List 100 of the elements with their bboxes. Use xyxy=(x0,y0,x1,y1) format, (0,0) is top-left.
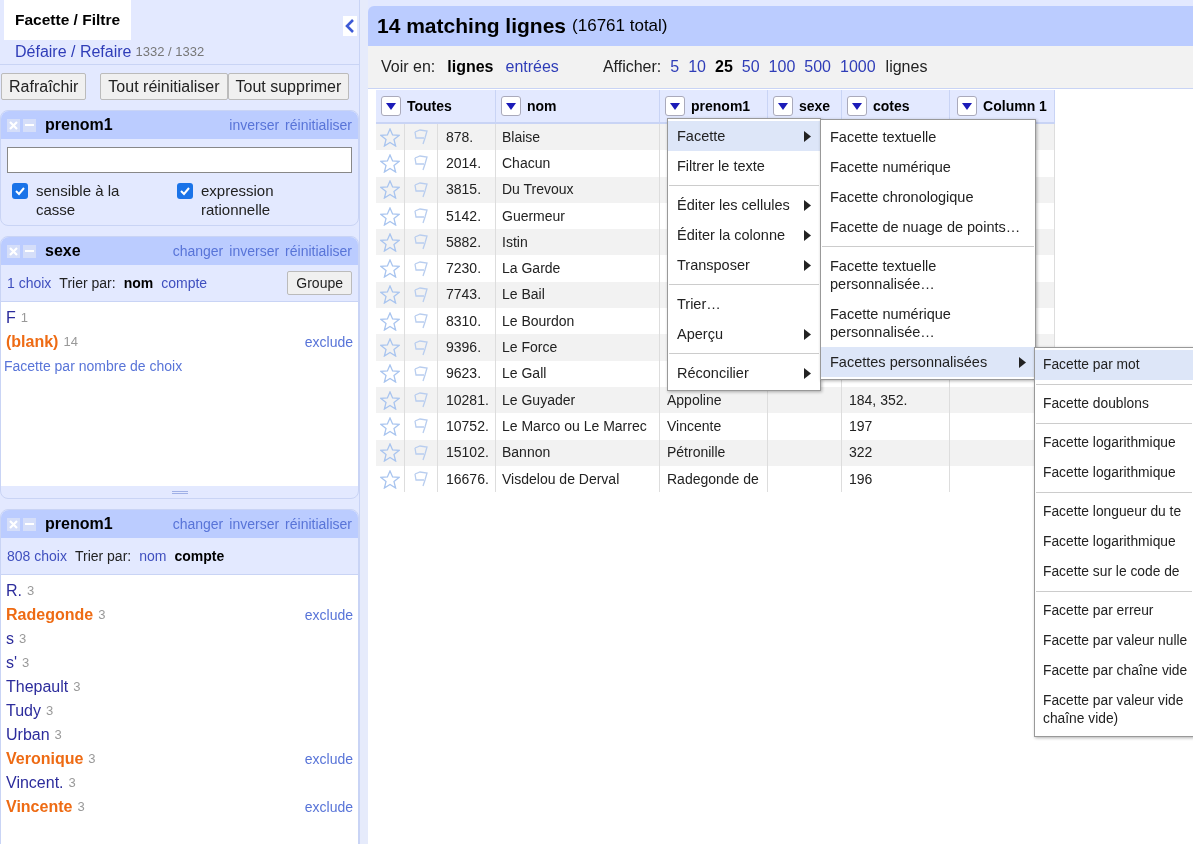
page-size-link[interactable]: 1000 xyxy=(840,55,876,79)
menu-item[interactable]: Facette par erreur xyxy=(1035,596,1193,626)
star-icon[interactable] xyxy=(380,338,400,357)
menu-item[interactable]: Filtrer le texte xyxy=(668,151,820,181)
menu-item[interactable]: Facette logarithmique xyxy=(1035,428,1193,458)
page-size-link[interactable]: 10 xyxy=(688,55,706,79)
menu-item[interactable]: Facette numérique xyxy=(821,152,1035,182)
facet-choice-link[interactable]: Urban xyxy=(6,723,50,747)
sort-option-link[interactable]: compte xyxy=(174,545,225,567)
choice-count-link[interactable]: 808 choix xyxy=(7,545,67,567)
menu-item[interactable]: Facette logarithmique xyxy=(1035,458,1193,488)
minimize-icon[interactable] xyxy=(23,118,36,132)
flag-icon[interactable] xyxy=(412,417,430,436)
menu-item[interactable]: Aperçu xyxy=(668,319,820,349)
flag-icon[interactable] xyxy=(412,443,430,462)
dropdown-icon[interactable] xyxy=(957,96,978,116)
checkbox[interactable] xyxy=(177,183,193,199)
column-header[interactable]: Toutes xyxy=(376,90,496,122)
menu-item[interactable]: Facette textuelle personnalisée… xyxy=(821,251,1035,299)
sort-option-link[interactable]: compte xyxy=(161,272,208,294)
menu-item[interactable]: Réconcilier xyxy=(668,358,820,388)
menu-item[interactable]: Facettes personnalisées xyxy=(821,347,1035,377)
flag-icon[interactable] xyxy=(412,391,430,410)
exclude-link[interactable]: exclude xyxy=(304,604,353,626)
dropdown-icon[interactable] xyxy=(381,96,401,116)
facet-choice-link[interactable]: s xyxy=(6,627,14,651)
star-icon[interactable] xyxy=(380,285,400,305)
page-size-link[interactable]: 50 xyxy=(741,55,760,79)
exclude-link[interactable]: exclude xyxy=(304,748,353,770)
dropdown-icon[interactable] xyxy=(773,96,793,116)
menu-item[interactable]: Facette sur le code de xyxy=(1035,557,1193,587)
menu-item[interactable]: Facette par mot xyxy=(1035,350,1193,380)
page-size-link[interactable]: 25 xyxy=(715,55,733,79)
menu-item[interactable]: Facette doublons xyxy=(1035,389,1193,419)
resize-handle[interactable] xyxy=(171,490,188,494)
sort-option-link[interactable]: nom xyxy=(139,545,167,567)
flag-icon[interactable] xyxy=(412,154,430,173)
facet-choice-link[interactable]: s' xyxy=(6,651,18,675)
star-icon[interactable] xyxy=(380,127,400,147)
star-icon[interactable] xyxy=(380,180,400,200)
star-icon[interactable] xyxy=(380,206,400,226)
facet-link[interactable]: Facette par nombre de choix xyxy=(1,356,358,377)
menu-item[interactable]: Facette longueur du te xyxy=(1035,497,1193,527)
menu-item[interactable]: Facette chronologique xyxy=(821,182,1035,212)
flag-icon[interactable] xyxy=(412,470,430,488)
group-button[interactable]: Groupe xyxy=(287,271,352,295)
close-icon[interactable] xyxy=(7,517,20,531)
flag-icon[interactable] xyxy=(412,128,430,147)
star-icon[interactable] xyxy=(380,443,400,463)
minimize-icon[interactable] xyxy=(23,244,36,258)
menu-item[interactable]: Facette logarithmique xyxy=(1035,527,1193,557)
facet-choice-link[interactable]: Tudy xyxy=(6,699,41,723)
column-header[interactable]: nom xyxy=(496,90,660,122)
flag-icon[interactable] xyxy=(412,233,430,252)
flag-icon[interactable] xyxy=(412,285,430,304)
star-icon[interactable] xyxy=(380,232,400,252)
flag-icon[interactable] xyxy=(412,338,430,357)
menu-item[interactable]: Facette par chaîne vide xyxy=(1035,656,1193,686)
exclude-link[interactable]: exclude xyxy=(304,796,353,818)
menu-item[interactable]: Facette xyxy=(668,121,820,151)
menu-item[interactable]: Facette par valeur vide chaîne vide) xyxy=(1035,686,1193,734)
menu-item[interactable]: Facette par valeur nulle xyxy=(1035,626,1193,656)
view-option-link[interactable]: lignes xyxy=(447,55,494,79)
menu-item[interactable]: Éditer les cellules xyxy=(668,190,820,220)
exclude-link[interactable]: exclude xyxy=(304,331,353,353)
menu-item[interactable]: Facette de nuage de points… xyxy=(821,212,1035,242)
facet-choice-link[interactable]: Vincent. xyxy=(6,771,64,795)
menu-item[interactable]: Facette numérique personnalisée… xyxy=(821,299,1035,347)
checkbox[interactable] xyxy=(12,183,28,199)
star-icon[interactable] xyxy=(380,469,400,489)
menu-item[interactable]: Éditer la colonne xyxy=(668,220,820,250)
menu-item[interactable]: Facette textuelle xyxy=(821,122,1035,152)
facet-choice-link[interactable]: R. xyxy=(6,579,22,603)
menu-item[interactable]: Trier… xyxy=(668,289,820,319)
dropdown-icon[interactable] xyxy=(501,96,521,116)
flag-icon[interactable] xyxy=(412,259,430,278)
page-size-link[interactable]: 500 xyxy=(804,55,831,79)
star-icon[interactable] xyxy=(380,259,400,279)
star-icon[interactable] xyxy=(380,390,400,410)
choice-count-link[interactable]: 1 choix xyxy=(7,272,52,294)
page-size-link[interactable]: 5 xyxy=(670,55,680,79)
flag-icon[interactable] xyxy=(412,312,430,331)
close-icon[interactable] xyxy=(7,118,20,132)
dropdown-icon[interactable] xyxy=(847,96,867,116)
collapse-icon[interactable] xyxy=(343,16,357,36)
close-icon[interactable] xyxy=(7,244,20,258)
facet-choice-link[interactable]: Thepault xyxy=(6,675,69,699)
flag-icon[interactable] xyxy=(412,180,430,199)
star-icon[interactable] xyxy=(380,416,400,436)
star-icon[interactable] xyxy=(380,153,400,173)
menu-item[interactable]: Transposer xyxy=(668,250,820,280)
panel-button[interactable]: Tout supprimer xyxy=(227,73,350,100)
page-size-link[interactable]: 100 xyxy=(768,55,796,79)
filter-input[interactable] xyxy=(7,147,352,173)
flag-icon[interactable] xyxy=(412,207,430,226)
facet-choice-link[interactable]: F xyxy=(6,306,16,330)
minimize-icon[interactable] xyxy=(23,517,36,531)
panel-button[interactable]: Rafraîchir xyxy=(1,73,87,100)
star-icon[interactable] xyxy=(380,311,400,331)
flag-icon[interactable] xyxy=(412,364,430,383)
